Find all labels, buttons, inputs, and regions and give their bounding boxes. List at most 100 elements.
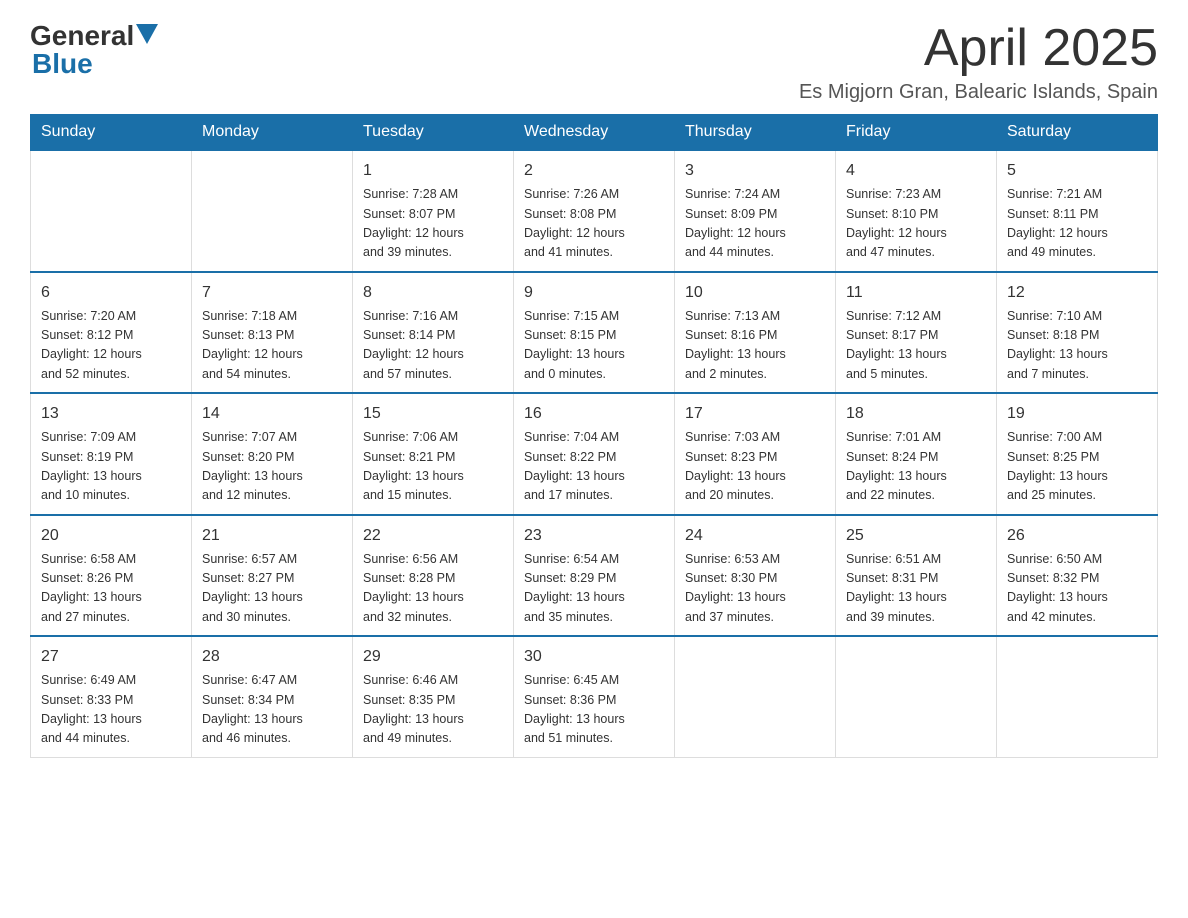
table-row: 29Sunrise: 6:46 AM Sunset: 8:35 PM Dayli… xyxy=(353,636,514,757)
day-number: 13 xyxy=(41,402,181,426)
logo: General Blue xyxy=(30,20,158,80)
table-row: 3Sunrise: 7:24 AM Sunset: 8:09 PM Daylig… xyxy=(675,150,836,272)
table-row: 8Sunrise: 7:16 AM Sunset: 8:14 PM Daylig… xyxy=(353,272,514,394)
day-info: Sunrise: 6:50 AM Sunset: 8:32 PM Dayligh… xyxy=(1007,550,1147,628)
day-number: 20 xyxy=(41,524,181,548)
day-info: Sunrise: 7:24 AM Sunset: 8:09 PM Dayligh… xyxy=(685,185,825,263)
table-row: 14Sunrise: 7:07 AM Sunset: 8:20 PM Dayli… xyxy=(192,393,353,515)
table-row: 4Sunrise: 7:23 AM Sunset: 8:10 PM Daylig… xyxy=(836,150,997,272)
table-row: 7Sunrise: 7:18 AM Sunset: 8:13 PM Daylig… xyxy=(192,272,353,394)
day-number: 16 xyxy=(524,402,664,426)
location-subtitle: Es Migjorn Gran, Balearic Islands, Spain xyxy=(799,81,1158,104)
day-info: Sunrise: 7:06 AM Sunset: 8:21 PM Dayligh… xyxy=(363,428,503,506)
day-number: 25 xyxy=(846,524,986,548)
table-row xyxy=(192,150,353,272)
day-info: Sunrise: 7:09 AM Sunset: 8:19 PM Dayligh… xyxy=(41,428,181,506)
day-info: Sunrise: 6:58 AM Sunset: 8:26 PM Dayligh… xyxy=(41,550,181,628)
day-info: Sunrise: 7:20 AM Sunset: 8:12 PM Dayligh… xyxy=(41,307,181,385)
calendar-week-1: 1Sunrise: 7:28 AM Sunset: 8:07 PM Daylig… xyxy=(31,150,1158,272)
table-row: 9Sunrise: 7:15 AM Sunset: 8:15 PM Daylig… xyxy=(514,272,675,394)
day-info: Sunrise: 7:12 AM Sunset: 8:17 PM Dayligh… xyxy=(846,307,986,385)
table-row: 18Sunrise: 7:01 AM Sunset: 8:24 PM Dayli… xyxy=(836,393,997,515)
day-number: 6 xyxy=(41,281,181,305)
table-row: 28Sunrise: 6:47 AM Sunset: 8:34 PM Dayli… xyxy=(192,636,353,757)
day-info: Sunrise: 7:01 AM Sunset: 8:24 PM Dayligh… xyxy=(846,428,986,506)
day-number: 9 xyxy=(524,281,664,305)
table-row: 21Sunrise: 6:57 AM Sunset: 8:27 PM Dayli… xyxy=(192,515,353,637)
table-row: 12Sunrise: 7:10 AM Sunset: 8:18 PM Dayli… xyxy=(997,272,1158,394)
day-number: 22 xyxy=(363,524,503,548)
day-info: Sunrise: 7:00 AM Sunset: 8:25 PM Dayligh… xyxy=(1007,428,1147,506)
day-number: 29 xyxy=(363,645,503,669)
day-number: 4 xyxy=(846,159,986,183)
day-number: 2 xyxy=(524,159,664,183)
table-row: 15Sunrise: 7:06 AM Sunset: 8:21 PM Dayli… xyxy=(353,393,514,515)
title-area: April 2025 Es Migjorn Gran, Balearic Isl… xyxy=(799,20,1158,104)
table-row: 26Sunrise: 6:50 AM Sunset: 8:32 PM Dayli… xyxy=(997,515,1158,637)
day-info: Sunrise: 6:45 AM Sunset: 8:36 PM Dayligh… xyxy=(524,671,664,749)
table-row: 23Sunrise: 6:54 AM Sunset: 8:29 PM Dayli… xyxy=(514,515,675,637)
day-number: 24 xyxy=(685,524,825,548)
calendar-week-5: 27Sunrise: 6:49 AM Sunset: 8:33 PM Dayli… xyxy=(31,636,1158,757)
day-info: Sunrise: 7:21 AM Sunset: 8:11 PM Dayligh… xyxy=(1007,185,1147,263)
table-row: 13Sunrise: 7:09 AM Sunset: 8:19 PM Dayli… xyxy=(31,393,192,515)
table-row: 1Sunrise: 7:28 AM Sunset: 8:07 PM Daylig… xyxy=(353,150,514,272)
day-info: Sunrise: 7:18 AM Sunset: 8:13 PM Dayligh… xyxy=(202,307,342,385)
table-row: 5Sunrise: 7:21 AM Sunset: 8:11 PM Daylig… xyxy=(997,150,1158,272)
day-number: 3 xyxy=(685,159,825,183)
table-row: 19Sunrise: 7:00 AM Sunset: 8:25 PM Dayli… xyxy=(997,393,1158,515)
day-info: Sunrise: 6:47 AM Sunset: 8:34 PM Dayligh… xyxy=(202,671,342,749)
calendar-header-row: SundayMondayTuesdayWednesdayThursdayFrid… xyxy=(31,115,1158,151)
day-number: 18 xyxy=(846,402,986,426)
day-number: 8 xyxy=(363,281,503,305)
day-info: Sunrise: 6:57 AM Sunset: 8:27 PM Dayligh… xyxy=(202,550,342,628)
table-row: 16Sunrise: 7:04 AM Sunset: 8:22 PM Dayli… xyxy=(514,393,675,515)
day-number: 11 xyxy=(846,281,986,305)
day-info: Sunrise: 7:04 AM Sunset: 8:22 PM Dayligh… xyxy=(524,428,664,506)
day-number: 27 xyxy=(41,645,181,669)
logo-triangle-icon xyxy=(136,24,158,44)
day-info: Sunrise: 7:07 AM Sunset: 8:20 PM Dayligh… xyxy=(202,428,342,506)
day-number: 1 xyxy=(363,159,503,183)
day-number: 7 xyxy=(202,281,342,305)
table-row xyxy=(997,636,1158,757)
day-number: 17 xyxy=(685,402,825,426)
day-number: 14 xyxy=(202,402,342,426)
table-row: 27Sunrise: 6:49 AM Sunset: 8:33 PM Dayli… xyxy=(31,636,192,757)
logo-blue-text: Blue xyxy=(32,48,93,80)
day-info: Sunrise: 6:49 AM Sunset: 8:33 PM Dayligh… xyxy=(41,671,181,749)
month-title: April 2025 xyxy=(799,20,1158,77)
day-number: 10 xyxy=(685,281,825,305)
table-row xyxy=(675,636,836,757)
header-friday: Friday xyxy=(836,115,997,151)
day-number: 15 xyxy=(363,402,503,426)
day-info: Sunrise: 7:10 AM Sunset: 8:18 PM Dayligh… xyxy=(1007,307,1147,385)
day-info: Sunrise: 6:54 AM Sunset: 8:29 PM Dayligh… xyxy=(524,550,664,628)
header-saturday: Saturday xyxy=(997,115,1158,151)
header-wednesday: Wednesday xyxy=(514,115,675,151)
table-row xyxy=(31,150,192,272)
calendar-week-2: 6Sunrise: 7:20 AM Sunset: 8:12 PM Daylig… xyxy=(31,272,1158,394)
day-info: Sunrise: 7:23 AM Sunset: 8:10 PM Dayligh… xyxy=(846,185,986,263)
calendar-table: SundayMondayTuesdayWednesdayThursdayFrid… xyxy=(30,114,1158,758)
table-row: 24Sunrise: 6:53 AM Sunset: 8:30 PM Dayli… xyxy=(675,515,836,637)
day-number: 26 xyxy=(1007,524,1147,548)
day-info: Sunrise: 7:26 AM Sunset: 8:08 PM Dayligh… xyxy=(524,185,664,263)
day-info: Sunrise: 6:46 AM Sunset: 8:35 PM Dayligh… xyxy=(363,671,503,749)
day-number: 21 xyxy=(202,524,342,548)
table-row: 20Sunrise: 6:58 AM Sunset: 8:26 PM Dayli… xyxy=(31,515,192,637)
day-number: 28 xyxy=(202,645,342,669)
table-row: 2Sunrise: 7:26 AM Sunset: 8:08 PM Daylig… xyxy=(514,150,675,272)
table-row xyxy=(836,636,997,757)
day-info: Sunrise: 6:53 AM Sunset: 8:30 PM Dayligh… xyxy=(685,550,825,628)
day-info: Sunrise: 6:56 AM Sunset: 8:28 PM Dayligh… xyxy=(363,550,503,628)
table-row: 6Sunrise: 7:20 AM Sunset: 8:12 PM Daylig… xyxy=(31,272,192,394)
table-row: 10Sunrise: 7:13 AM Sunset: 8:16 PM Dayli… xyxy=(675,272,836,394)
day-info: Sunrise: 7:13 AM Sunset: 8:16 PM Dayligh… xyxy=(685,307,825,385)
table-row: 22Sunrise: 6:56 AM Sunset: 8:28 PM Dayli… xyxy=(353,515,514,637)
calendar-week-3: 13Sunrise: 7:09 AM Sunset: 8:19 PM Dayli… xyxy=(31,393,1158,515)
header-tuesday: Tuesday xyxy=(353,115,514,151)
day-number: 30 xyxy=(524,645,664,669)
day-number: 5 xyxy=(1007,159,1147,183)
table-row: 25Sunrise: 6:51 AM Sunset: 8:31 PM Dayli… xyxy=(836,515,997,637)
